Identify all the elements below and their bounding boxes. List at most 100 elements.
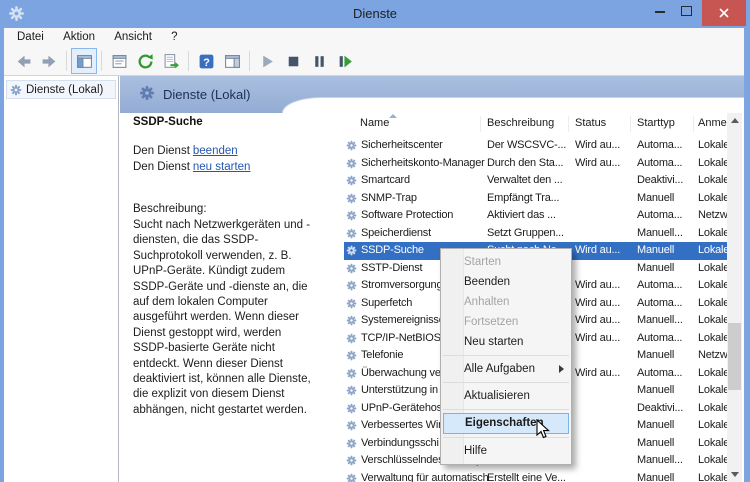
menu-item-alle-aufgaben[interactable]: Alle Aufgaben [441,359,571,379]
service-description: Der WSCSVC-... [487,137,573,155]
service-gear-icon [346,245,357,256]
service-row[interactable]: SmartcardVerwaltet den ...Deaktivi...Lok… [344,172,727,190]
column-header-status[interactable]: Status [575,117,606,129]
sort-ascending-icon [389,114,397,118]
titlebar: Dienste [0,0,750,28]
menu-aktion[interactable]: Aktion [55,28,103,47]
service-status [575,207,633,225]
service-starttype: Automa... [637,155,695,173]
refresh-button[interactable] [132,48,158,74]
console-tree-icon [76,53,93,70]
service-description: Durch den Sta... [487,155,573,173]
scroll-up-icon [731,118,739,123]
play-icon [259,53,276,70]
show-console-tree-button[interactable] [71,48,97,74]
service-status: Wird au... [575,137,633,155]
service-gear-icon [346,420,357,431]
column-header-anmelden[interactable]: Anmel [698,117,729,129]
service-status [575,470,633,482]
service-starttype: Automa... [637,365,695,383]
tree-item-dienste-lokal[interactable]: Dienste (Lokal) [6,80,116,99]
service-name: Sicherheitscenter [361,137,488,155]
service-status [575,435,633,453]
restart-icon [337,53,354,70]
service-gear-icon [346,333,357,344]
service-row[interactable]: Software ProtectionAktiviert das ...Auto… [344,207,727,225]
help-icon: ? [198,53,215,70]
service-status [575,225,633,243]
properties-window-icon [111,53,128,70]
service-logon: Lokale [698,155,727,173]
menu-datei[interactable]: Datei [9,28,52,47]
service-status [575,260,633,278]
column-separator [568,116,569,132]
service-status: Wird au... [575,365,633,383]
service-row[interactable]: Verwaltung für automatisch...Erstellt ei… [344,470,727,482]
service-gear-icon [346,210,357,221]
stop-service-link[interactable]: beenden [193,145,238,157]
minimize-button[interactable] [655,11,665,13]
list-scrollbar[interactable] [727,113,742,482]
scroll-down-icon [731,472,739,477]
menu-ansicht[interactable]: Ansicht [106,28,160,47]
pause-icon [311,53,328,70]
service-status [575,400,633,418]
service-row[interactable]: SNMP-TrapEmpfängt Tra...ManuellLokale [344,190,727,208]
service-starttype: Manuell [637,470,695,482]
scroll-up-button[interactable] [727,113,742,128]
help-button[interactable]: ? [193,48,219,74]
menu-item-neu-starten[interactable]: Neu starten [441,332,571,352]
service-row[interactable]: SicherheitscenterDer WSCSVC-...Wird au..… [344,137,727,155]
service-logon: Lokale [698,225,727,243]
service-starttype: Automa... [637,295,695,313]
back-button[interactable] [10,48,36,74]
menu-hilfe[interactable]: ? [163,28,185,47]
service-row[interactable]: SpeicherdienstSetzt Gruppen...Manuell...… [344,225,727,243]
column-header-starttyp[interactable]: Starttyp [637,117,675,129]
service-gear-icon [346,455,357,466]
column-header-beschreibung[interactable]: Beschreibung [487,117,554,129]
service-gear-icon [346,193,357,204]
service-logon: Lokale [698,400,727,418]
services-window: Dienste Datei Aktion Ansicht ? [0,0,750,482]
mouse-cursor [536,419,552,441]
service-name: Software Protection [361,207,488,225]
scroll-down-button[interactable] [727,467,742,482]
export-list-icon [163,53,180,70]
service-gear-icon [346,473,357,482]
menu-item-beenden[interactable]: Beenden [441,272,571,292]
service-logon: Lokale [698,382,727,400]
menu-item-aktualisieren[interactable]: Aktualisieren [441,386,571,406]
restart-service-button[interactable] [332,48,358,74]
action-pane-icon [224,53,241,70]
maximize-button[interactable] [681,6,692,16]
service-logon: Lokale [698,452,727,470]
toolbar: ? [4,47,744,76]
menu-separator [443,409,569,410]
scrollbar-thumb[interactable] [728,323,741,390]
menu-item-fortsetzen: Fortsetzen [441,312,571,332]
service-status: Wird au... [575,295,633,313]
restart-service-link[interactable]: neu starten [193,161,251,173]
forward-button[interactable] [36,48,62,74]
pause-service-button[interactable] [306,48,332,74]
service-row[interactable]: Sicherheitskonto-ManagerDurch den Sta...… [344,155,727,173]
service-status [575,172,633,190]
menu-separator [443,382,569,383]
service-logon: Lokale [698,137,727,155]
refresh-icon [137,53,154,70]
column-header-name[interactable]: Name [360,117,389,129]
service-status [575,452,633,470]
export-list-button[interactable] [158,48,184,74]
list-panel-tab [282,97,744,113]
service-description: Empfängt Tra... [487,190,573,208]
start-service-button[interactable] [254,48,280,74]
service-gear-icon [346,158,357,169]
stop-service-button[interactable] [280,48,306,74]
menu-item-hilfe[interactable]: Hilfe [441,441,571,461]
close-button[interactable] [702,0,746,26]
properties-button[interactable] [106,48,132,74]
service-starttype: Manuell [637,242,695,260]
show-action-pane-button[interactable] [219,48,245,74]
restart-action-prefix: Den Dienst [133,161,190,173]
